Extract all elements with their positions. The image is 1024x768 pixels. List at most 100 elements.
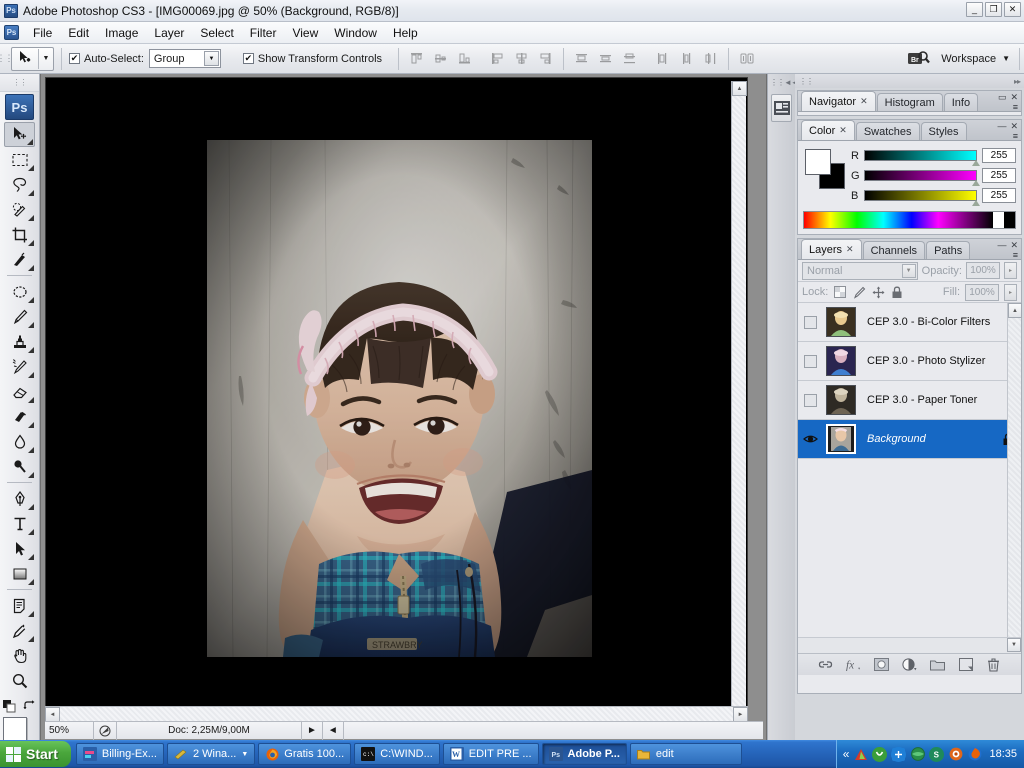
- dock-grip[interactable]: ⋮⋮: [770, 78, 785, 87]
- menu-view[interactable]: View: [284, 23, 326, 43]
- green-slider-thumb[interactable]: [972, 180, 980, 186]
- panel-icon-button[interactable]: [771, 94, 792, 122]
- green-value[interactable]: 255: [982, 168, 1016, 183]
- system-clock[interactable]: 18:35: [989, 748, 1017, 760]
- tab-navigator[interactable]: Navigator ✕: [801, 91, 876, 111]
- quick-selection-tool[interactable]: [4, 197, 35, 222]
- opacity-value[interactable]: 100%: [966, 262, 1000, 279]
- chevron-down-icon[interactable]: ▼: [203, 51, 219, 66]
- blur-flyout-arrow[interactable]: [28, 447, 34, 453]
- table-row[interactable]: CEP 3.0 - Bi-Color Filters: [798, 303, 1021, 342]
- scroll-up-button[interactable]: ▲: [732, 81, 747, 96]
- table-row[interactable]: CEP 3.0 - Photo Stylizer: [798, 342, 1021, 381]
- layer-name[interactable]: Background: [860, 433, 995, 445]
- auto-select-checkbox[interactable]: ✔: [69, 53, 80, 64]
- layers-panel-menu-icon[interactable]: ≡: [1013, 251, 1018, 260]
- fill-stepper[interactable]: ▸: [1004, 283, 1017, 301]
- taskbar-item-word[interactable]: W EDIT PRE ...: [442, 743, 539, 765]
- notes-flyout-arrow[interactable]: [28, 611, 34, 617]
- slice-flyout-arrow[interactable]: [28, 265, 34, 271]
- red-slider-thumb[interactable]: [972, 160, 980, 166]
- tray-icon-world[interactable]: [910, 747, 925, 762]
- tab-channels[interactable]: Channels: [862, 241, 926, 259]
- new-group-icon[interactable]: [930, 657, 945, 672]
- lock-image-pixels-icon[interactable]: [852, 285, 866, 299]
- new-layer-icon[interactable]: [958, 657, 973, 672]
- eyedropper-tool[interactable]: [4, 618, 35, 643]
- blend-mode-dropdown[interactable]: Normal ▼: [802, 261, 918, 280]
- eyedropper-flyout-arrow[interactable]: [28, 636, 34, 642]
- pen-tool[interactable]: [4, 486, 35, 511]
- fill-value[interactable]: 100%: [965, 283, 999, 301]
- taskbar-item-command-prompt[interactable]: c:\ C:\WIND...: [354, 743, 440, 765]
- layer-visibility-toggle[interactable]: [798, 381, 822, 420]
- tab-color[interactable]: Color ✕: [801, 120, 855, 140]
- layer-visibility-toggle[interactable]: [798, 303, 822, 342]
- pen-flyout-arrow[interactable]: [28, 504, 34, 510]
- layer-visibility-toggle[interactable]: [798, 342, 822, 381]
- minimize-icon[interactable]: —: [997, 240, 1006, 251]
- tab-info[interactable]: Info: [943, 93, 979, 111]
- rectangle-shape-tool[interactable]: [4, 561, 35, 586]
- chevron-down-icon[interactable]: ▼: [1002, 54, 1010, 63]
- distribute-bottom-edges-icon[interactable]: [619, 48, 640, 69]
- dodge-tool[interactable]: [4, 454, 35, 479]
- lock-all-icon[interactable]: [890, 285, 904, 299]
- scroll-left-button[interactable]: ◄: [45, 707, 60, 722]
- align-vertical-centers-icon[interactable]: [430, 48, 451, 69]
- menu-edit[interactable]: Edit: [60, 23, 97, 43]
- type-tool[interactable]: [4, 511, 35, 536]
- options-bar-grip[interactable]: ⋮⋮: [0, 45, 14, 73]
- lock-position-icon[interactable]: [871, 285, 885, 299]
- history-brush-tool[interactable]: [4, 354, 35, 379]
- menu-image[interactable]: Image: [97, 23, 146, 43]
- layers-scrollbar[interactable]: ▲: [1007, 303, 1022, 637]
- tab-swatches[interactable]: Swatches: [855, 122, 920, 140]
- tab-layers[interactable]: Layers ✕: [801, 239, 862, 259]
- eraser-tool[interactable]: [4, 379, 35, 404]
- dodge-flyout-arrow[interactable]: [28, 472, 34, 478]
- delete-layer-icon[interactable]: [986, 657, 1001, 672]
- document-canvas[interactable]: STRAWBRY ▲: [45, 77, 748, 714]
- blur-tool[interactable]: [4, 429, 35, 454]
- minimize-icon[interactable]: ▭: [998, 92, 1007, 103]
- tool-preset-picker[interactable]: ▼: [11, 46, 54, 71]
- tray-icon-teal[interactable]: S: [929, 746, 945, 762]
- taskbar-item-billing[interactable]: Billing-Ex...: [75, 743, 164, 765]
- status-resize-handle[interactable]: ◄: [321, 721, 344, 740]
- distribute-vertical-centers-icon[interactable]: [595, 48, 616, 69]
- panels-expand-icon[interactable]: ▸▸: [1014, 77, 1021, 86]
- layer-style-icon[interactable]: fx: [846, 657, 861, 672]
- rectangular-marquee-tool[interactable]: [4, 147, 35, 172]
- auto-select-scope-dropdown[interactable]: Group ▼: [148, 49, 221, 68]
- close-icon[interactable]: ✕: [846, 244, 854, 255]
- slice-tool[interactable]: [4, 247, 35, 272]
- tray-icon-red[interactable]: [853, 747, 868, 762]
- status-play-button[interactable]: ►: [301, 721, 322, 740]
- gradient-tool[interactable]: [4, 404, 35, 429]
- move-tool-flyout-arrow[interactable]: [27, 139, 33, 145]
- menu-filter[interactable]: Filter: [242, 23, 285, 43]
- navigator-panel-menu-icon[interactable]: ≡: [1013, 103, 1018, 112]
- menu-help[interactable]: Help: [385, 23, 426, 43]
- distribute-top-edges-icon[interactable]: [571, 48, 592, 69]
- healing-brush-tool[interactable]: [4, 279, 35, 304]
- spectrum-black-swatch[interactable]: [1004, 212, 1015, 228]
- link-layers-icon[interactable]: [818, 657, 833, 672]
- type-flyout-arrow[interactable]: [28, 529, 34, 535]
- tab-styles[interactable]: Styles: [920, 122, 967, 140]
- status-thumbnail-icon[interactable]: [93, 721, 116, 740]
- zoom-level[interactable]: 50%: [45, 725, 93, 736]
- tray-icon-blue[interactable]: [891, 746, 907, 762]
- tray-icon-green[interactable]: [872, 746, 888, 762]
- move-tool[interactable]: [4, 122, 35, 147]
- blue-slider-track[interactable]: [864, 190, 980, 206]
- quick-selection-flyout-arrow[interactable]: [28, 215, 34, 221]
- red-slider-track[interactable]: [864, 150, 980, 166]
- layer-name[interactable]: CEP 3.0 - Bi-Color Filters: [860, 316, 995, 328]
- close-icon[interactable]: ✕: [839, 125, 847, 136]
- eraser-flyout-arrow[interactable]: [28, 397, 34, 403]
- zoom-tool[interactable]: [4, 668, 35, 693]
- lasso-tool[interactable]: [4, 172, 35, 197]
- red-value[interactable]: 255: [982, 148, 1016, 163]
